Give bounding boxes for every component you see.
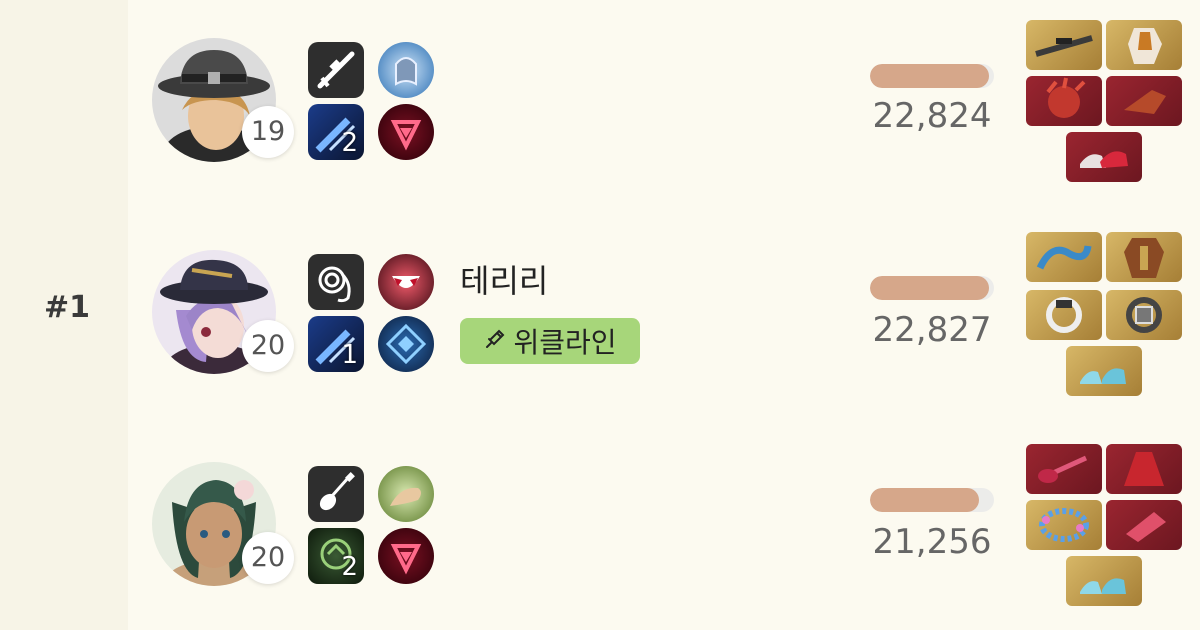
blue-rune-skill-icon[interactable] <box>378 316 434 372</box>
role-tag-label: 위클라인 <box>513 326 617 359</box>
damage-bar <box>870 276 994 300</box>
damage-score: 22,824 <box>872 96 992 136</box>
damage-score: 21,256 <box>872 522 992 562</box>
role-tag[interactable]: 위클라인 <box>460 318 640 364</box>
vampire-fang-skill-icon[interactable] <box>378 254 434 310</box>
skill-level-count: 1 <box>341 340 358 370</box>
red-guitar-item-icon[interactable] <box>1026 444 1102 494</box>
blue-heels-item-icon[interactable] <box>1066 556 1142 606</box>
nature-hand-skill-icon[interactable] <box>378 466 434 522</box>
team-rank: #1 <box>44 290 91 325</box>
leather-armor-item-icon[interactable] <box>1106 232 1182 282</box>
mech-armor-skill-icon[interactable] <box>378 42 434 98</box>
tactical-skill-icon[interactable] <box>378 528 434 584</box>
damage-bar-fill <box>870 276 990 300</box>
whip-icon[interactable] <box>308 254 364 310</box>
red-helmet-item-icon[interactable] <box>1026 76 1102 126</box>
damage-score: 22,827 <box>872 310 992 350</box>
red-bracer-item-icon[interactable] <box>1106 500 1182 550</box>
sniper-rifle-item-icon[interactable] <box>1026 20 1102 70</box>
damage-bar-fill <box>870 64 990 88</box>
level-badge: 20 <box>242 320 294 372</box>
player-name[interactable]: 테리리 <box>460 256 548 302</box>
silver-ring-item-icon[interactable] <box>1026 290 1102 340</box>
damage-bar <box>870 488 994 512</box>
blue-heels-item-icon[interactable] <box>1066 346 1142 396</box>
damage-bar-fill <box>870 488 980 512</box>
syringe-icon <box>483 325 507 358</box>
tactical-skill-icon[interactable] <box>378 104 434 160</box>
red-dress-item-icon[interactable] <box>1106 444 1182 494</box>
skill-level-count: 2 <box>341 128 358 158</box>
red-gauntlet-item-icon[interactable] <box>1106 76 1182 126</box>
chest-armor-item-icon[interactable] <box>1106 20 1182 70</box>
flower-wreath-item-icon[interactable] <box>1026 500 1102 550</box>
skill-level-count: 2 <box>341 552 358 582</box>
sniper-rifle-icon[interactable] <box>308 42 364 98</box>
weapon-mastery-icon[interactable]: 2 <box>308 104 364 160</box>
level-badge: 19 <box>242 106 294 158</box>
dark-ring-item-icon[interactable] <box>1106 290 1182 340</box>
damage-bar <box>870 64 994 88</box>
blue-whip-item-icon[interactable] <box>1026 232 1102 282</box>
weapon-mastery-icon[interactable]: 1 <box>308 316 364 372</box>
weapon-mastery-icon[interactable]: 2 <box>308 528 364 584</box>
red-shoes-item-icon[interactable] <box>1066 132 1142 182</box>
level-badge: 20 <box>242 532 294 584</box>
guitar-icon[interactable] <box>308 466 364 522</box>
